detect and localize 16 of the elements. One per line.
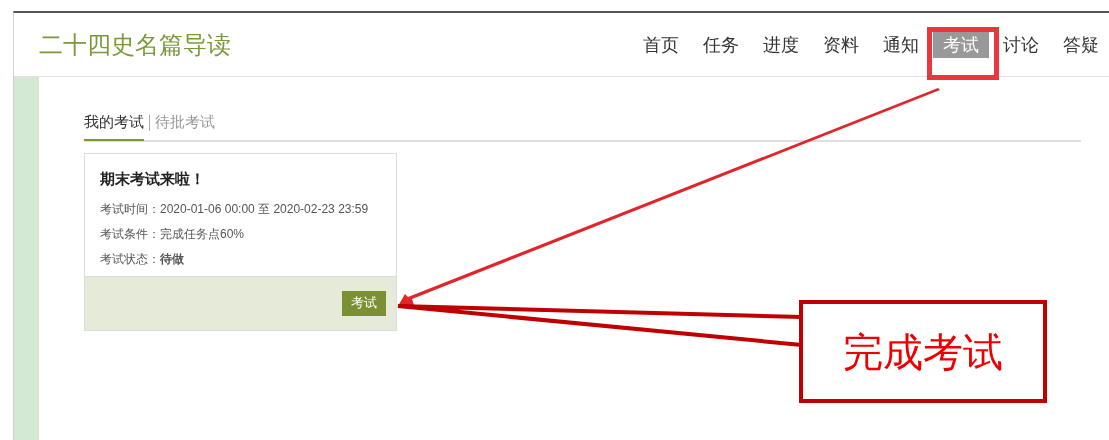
callout-label: 完成考试 bbox=[799, 300, 1047, 403]
exam-detail: 考试状态：待做 bbox=[100, 250, 185, 268]
highlight-frame bbox=[927, 27, 999, 80]
tab[interactable]: 我的考试 bbox=[84, 106, 144, 141]
exam-button[interactable]: 考试 bbox=[342, 290, 386, 316]
nav-link[interactable]: 答疑 bbox=[1053, 31, 1109, 58]
nav-link[interactable]: 进度 bbox=[753, 31, 809, 58]
exam-detail: 考试条件：完成任务点60% bbox=[100, 225, 246, 243]
exam-title: 期末考试来啦！ bbox=[100, 169, 206, 189]
nav-link[interactable]: 任务 bbox=[693, 31, 749, 58]
exam-detail: 考试时间：2020-01-06 00:00 至 2020-02-23 23:59 bbox=[100, 200, 370, 218]
nav-link[interactable]: 首页 bbox=[633, 31, 689, 58]
course-title: 二十四史名篇导读 bbox=[39, 29, 231, 60]
nav-link[interactable]: 通知 bbox=[873, 31, 929, 58]
nav-link[interactable]: 资料 bbox=[813, 31, 869, 58]
nav-link[interactable]: 讨论 bbox=[993, 31, 1049, 58]
